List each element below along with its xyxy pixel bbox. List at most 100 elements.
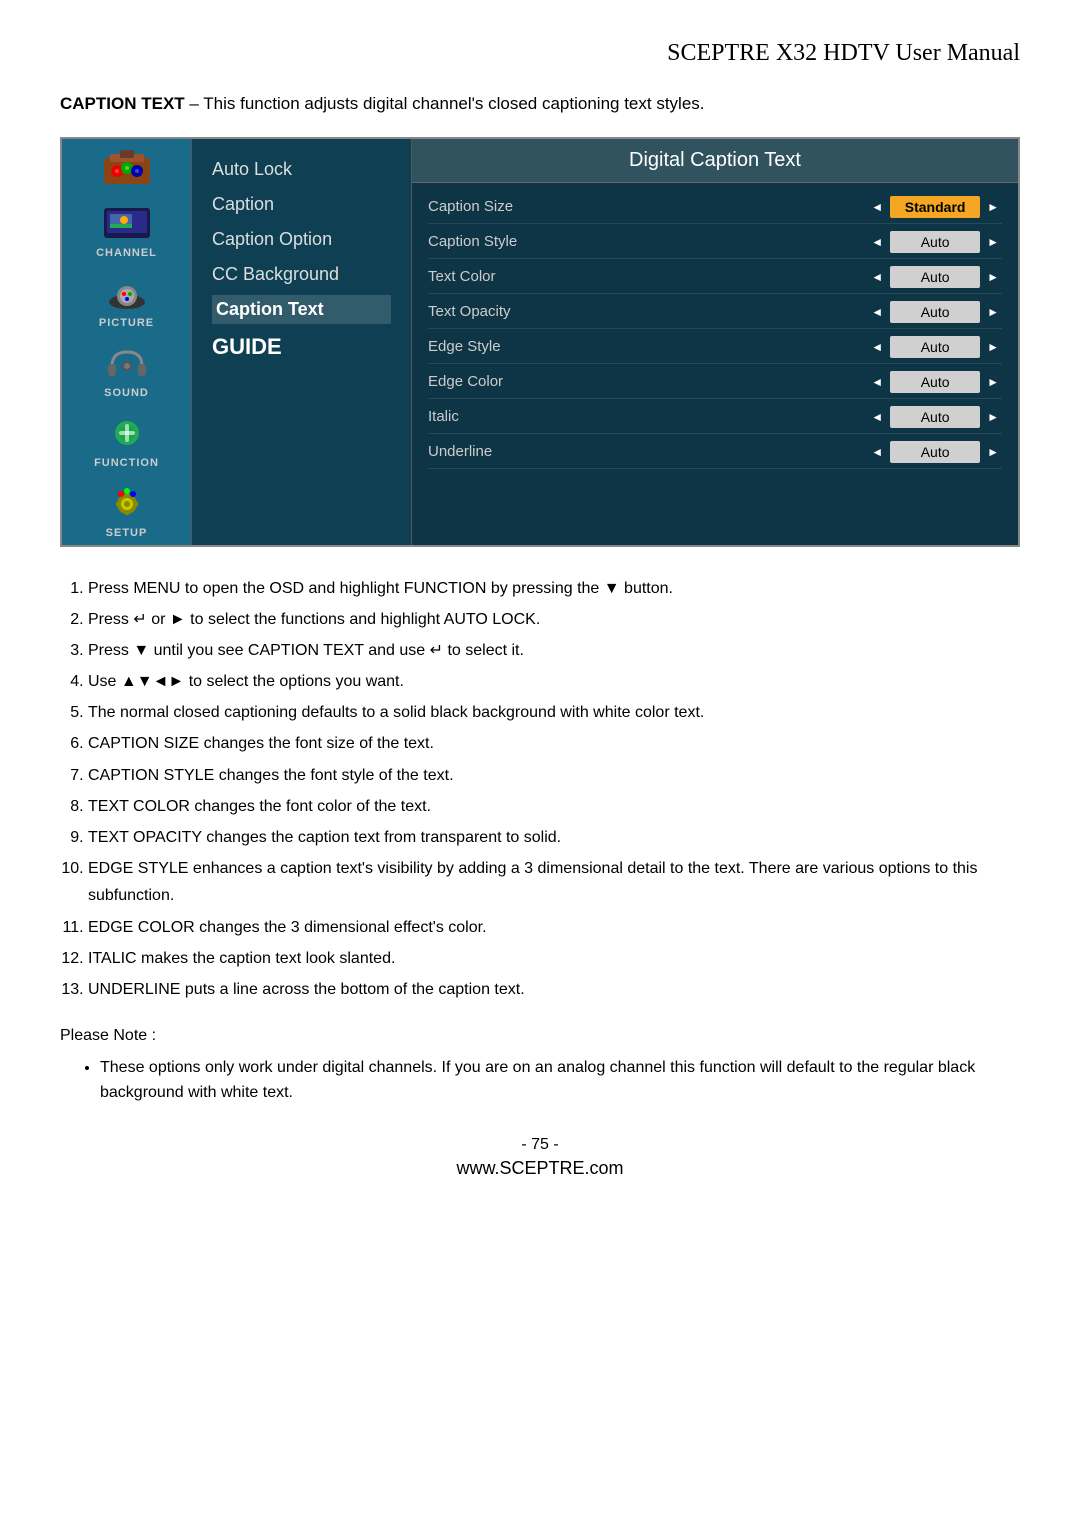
right-panel: Digital Caption Text Caption Size ◄ Stan… xyxy=(412,139,1018,545)
menu-item-caption[interactable]: Caption xyxy=(212,190,391,219)
caption-size-value: Standard xyxy=(890,196,980,218)
intro-dash: – xyxy=(185,94,204,113)
instruction-3: Press ▼ until you see CAPTION TEXT and u… xyxy=(88,637,1020,664)
function-icon xyxy=(97,411,157,455)
caption-size-right[interactable]: ► xyxy=(984,200,1002,214)
text-opacity-label: Text Opacity xyxy=(428,303,538,320)
intro-paragraph: CAPTION TEXT – This function adjusts dig… xyxy=(60,91,1020,117)
intro-label: CAPTION TEXT xyxy=(60,94,185,113)
underline-left[interactable]: ◄ xyxy=(868,445,886,459)
edge-style-value: Auto xyxy=(890,336,980,358)
instructions-list: Press MENU to open the OSD and highlight… xyxy=(60,575,1020,1004)
text-opacity-control: ◄ Auto ► xyxy=(868,301,1002,323)
page-footer: - 75 - www.SCEPTRE.com xyxy=(60,1136,1020,1179)
caption-size-label: Caption Size xyxy=(428,198,538,215)
caption-row-text-color: Text Color ◄ Auto ► xyxy=(428,261,1002,294)
sidebar-item-function[interactable]: FUNCTION xyxy=(62,405,191,475)
underline-control: ◄ Auto ► xyxy=(868,441,1002,463)
website-url: www.SCEPTRE.com xyxy=(60,1158,1020,1179)
instruction-6: CAPTION SIZE changes the font size of th… xyxy=(88,730,1020,757)
edge-style-control: ◄ Auto ► xyxy=(868,336,1002,358)
note-item-1: These options only work under digital ch… xyxy=(100,1055,1020,1106)
italic-control: ◄ Auto ► xyxy=(868,406,1002,428)
italic-left[interactable]: ◄ xyxy=(868,410,886,424)
caption-row-edge-color: Edge Color ◄ Auto ► xyxy=(428,366,1002,399)
caption-style-right[interactable]: ► xyxy=(984,235,1002,249)
instruction-4: Use ▲▼◄► to select the options you want. xyxy=(88,668,1020,695)
sidebar-item-toolbox[interactable] xyxy=(62,139,191,195)
toolbox-icon xyxy=(97,145,157,189)
edge-color-control: ◄ Auto ► xyxy=(868,371,1002,393)
picture-icon xyxy=(97,271,157,315)
italic-right[interactable]: ► xyxy=(984,410,1002,424)
instructions-section: Press MENU to open the OSD and highlight… xyxy=(60,575,1020,1004)
caption-row-underline: Underline ◄ Auto ► xyxy=(428,436,1002,469)
note-heading: Please Note : xyxy=(60,1023,1020,1049)
italic-label: Italic xyxy=(428,408,538,425)
picture-label: PICTURE xyxy=(99,317,154,329)
caption-style-value: Auto xyxy=(890,231,980,253)
setup-icon xyxy=(97,481,157,525)
sidebar-item-channel[interactable]: CHANNEL xyxy=(62,195,191,265)
underline-right[interactable]: ► xyxy=(984,445,1002,459)
channel-label: CHANNEL xyxy=(96,247,157,259)
caption-style-control: ◄ Auto ► xyxy=(868,231,1002,253)
caption-row-text-opacity: Text Opacity ◄ Auto ► xyxy=(428,296,1002,329)
text-color-label: Text Color xyxy=(428,268,538,285)
caption-row-edge-style: Edge Style ◄ Auto ► xyxy=(428,331,1002,364)
menu-item-autolock[interactable]: Auto Lock xyxy=(212,155,391,184)
instruction-2: Press ↵ or ► to select the functions and… xyxy=(88,606,1020,633)
instruction-12: ITALIC makes the caption text look slant… xyxy=(88,945,1020,972)
menu-item-guide[interactable]: GUIDE xyxy=(212,330,391,364)
channel-icon xyxy=(97,201,157,245)
sidebar-item-sound[interactable]: SOUND xyxy=(62,335,191,405)
osd-screenshot: CHANNEL PICTURE xyxy=(60,137,1020,547)
text-color-value: Auto xyxy=(890,266,980,288)
caption-size-left[interactable]: ◄ xyxy=(868,200,886,214)
caption-row-italic: Italic ◄ Auto ► xyxy=(428,401,1002,434)
note-list: These options only work under digital ch… xyxy=(60,1055,1020,1106)
sound-icon xyxy=(97,341,157,385)
caption-row-style: Caption Style ◄ Auto ► xyxy=(428,226,1002,259)
menu-item-caption-option[interactable]: Caption Option xyxy=(212,225,391,254)
note-section: Please Note : These options only work un… xyxy=(60,1023,1020,1106)
panel-title: Digital Caption Text xyxy=(412,139,1018,183)
underline-label: Underline xyxy=(428,443,538,460)
instruction-7: CAPTION STYLE changes the font style of … xyxy=(88,762,1020,789)
sound-label: SOUND xyxy=(104,387,149,399)
instruction-10: EDGE STYLE enhances a caption text's vis… xyxy=(88,855,1020,909)
caption-row-size: Caption Size ◄ Standard ► xyxy=(428,191,1002,224)
italic-value: Auto xyxy=(890,406,980,428)
text-color-right[interactable]: ► xyxy=(984,270,1002,284)
text-opacity-left[interactable]: ◄ xyxy=(868,305,886,319)
sidebar-item-setup[interactable]: SETUP xyxy=(62,475,191,545)
intro-body: This function adjusts digital channel's … xyxy=(203,94,704,113)
menu-item-caption-text[interactable]: Caption Text xyxy=(212,295,391,324)
page-title: SCEPTRE X32 HDTV User Manual xyxy=(60,40,1020,67)
instruction-5: The normal closed captioning defaults to… xyxy=(88,699,1020,726)
underline-value: Auto xyxy=(890,441,980,463)
edge-style-label: Edge Style xyxy=(428,338,538,355)
edge-style-right[interactable]: ► xyxy=(984,340,1002,354)
middle-menu: Auto Lock Caption Caption Option CC Back… xyxy=(192,139,412,545)
instruction-1: Press MENU to open the OSD and highlight… xyxy=(88,575,1020,602)
page-number: - 75 - xyxy=(60,1136,1020,1154)
sidebar: CHANNEL PICTURE xyxy=(62,139,192,545)
instruction-8: TEXT COLOR changes the font color of the… xyxy=(88,793,1020,820)
sidebar-item-picture[interactable]: PICTURE xyxy=(62,265,191,335)
edge-color-left[interactable]: ◄ xyxy=(868,375,886,389)
text-color-left[interactable]: ◄ xyxy=(868,270,886,284)
edge-style-left[interactable]: ◄ xyxy=(868,340,886,354)
text-opacity-right[interactable]: ► xyxy=(984,305,1002,319)
text-opacity-value: Auto xyxy=(890,301,980,323)
caption-style-label: Caption Style xyxy=(428,233,538,250)
caption-size-control: ◄ Standard ► xyxy=(868,196,1002,218)
edge-color-right[interactable]: ► xyxy=(984,375,1002,389)
instruction-11: EDGE COLOR changes the 3 dimensional eff… xyxy=(88,914,1020,941)
menu-item-cc-background[interactable]: CC Background xyxy=(212,260,391,289)
setup-label: SETUP xyxy=(106,527,148,539)
caption-style-left[interactable]: ◄ xyxy=(868,235,886,249)
edge-color-label: Edge Color xyxy=(428,373,538,390)
instruction-9: TEXT OPACITY changes the caption text fr… xyxy=(88,824,1020,851)
text-color-control: ◄ Auto ► xyxy=(868,266,1002,288)
